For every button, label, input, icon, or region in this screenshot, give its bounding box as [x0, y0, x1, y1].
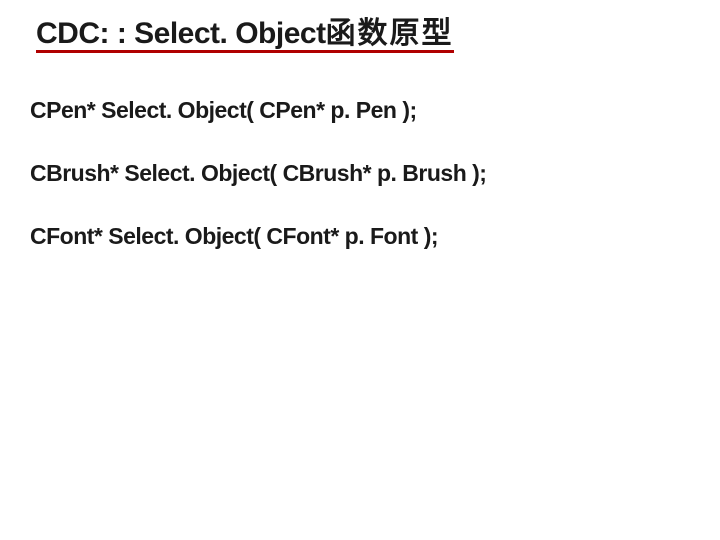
signature-line: CPen* Select. Object( CPen* p. Pen ); [30, 97, 690, 124]
signature-line: CFont* Select. Object( CFont* p. Font ); [30, 223, 690, 250]
body: CPen* Select. Object( CPen* p. Pen ); CB… [30, 97, 690, 250]
slide-title: CDC: : Select. Object函数原型 [36, 18, 454, 53]
signature-line: CBrush* Select. Object( CBrush* p. Brush… [30, 160, 690, 187]
title-suffix-zh: 函数原型 [326, 17, 454, 50]
slide: CDC: : Select. Object函数原型 CPen* Select. … [0, 0, 720, 540]
title-class-method: CDC: : Select. Object [36, 17, 326, 50]
title-text: CDC: : Select. Object函数原型 [36, 18, 454, 53]
